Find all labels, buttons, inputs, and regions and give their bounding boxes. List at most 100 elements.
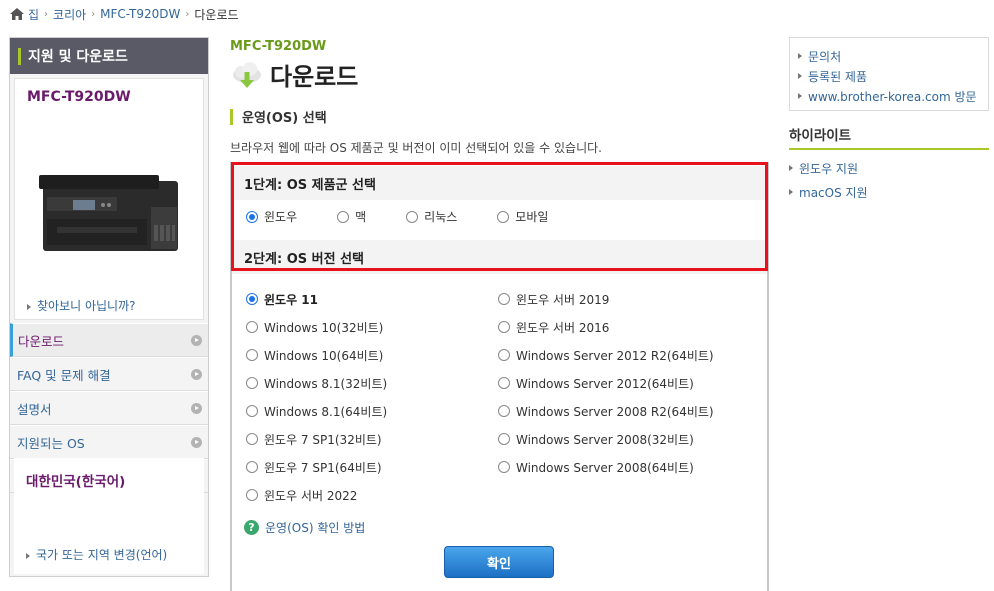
- os-version-option[interactable]: Windows 8.1(64비트): [246, 397, 387, 425]
- os-version-option[interactable]: Windows Server 2012(64비트): [498, 369, 714, 397]
- os-family-linux[interactable]: 리눅스: [406, 208, 457, 225]
- breadcrumb-separator: ›: [44, 8, 49, 20]
- registered-products-link[interactable]: 등록된 제품: [798, 66, 988, 86]
- highlights-list: 윈도우 지원 macOS 지원: [789, 156, 989, 204]
- model-label: MFC-T920DW: [230, 39, 327, 54]
- radio-button[interactable]: [498, 433, 510, 445]
- os-version-option[interactable]: Windows 10(32비트): [246, 313, 387, 341]
- section-heading: 운영(OS) 선택: [230, 107, 327, 126]
- os-version-option[interactable]: 윈도우 7 SP1(64비트): [246, 453, 387, 481]
- os-family-mobile[interactable]: 모바일: [497, 208, 548, 225]
- arrow-circle-icon: [191, 368, 202, 380]
- step1-heading: 1단계: OS 제품군 선택: [232, 166, 767, 200]
- os-version-option[interactable]: Windows Server 2012 R2(64비트): [498, 341, 714, 369]
- step2-heading: 2단계: OS 버전 선택: [232, 240, 767, 274]
- radio-label: 모바일: [515, 210, 549, 224]
- contact-link[interactable]: 문의처: [798, 46, 988, 66]
- os-version-option[interactable]: Windows 10(64비트): [246, 341, 387, 369]
- os-version-option[interactable]: Windows Server 2008(64비트): [498, 453, 714, 481]
- sidebar-header: 지원 및 다운로드: [10, 38, 208, 74]
- country-panel: 대한민국(한국어) 국가 또는 지역 변경(언어): [14, 458, 204, 574]
- os-version-option[interactable]: 윈도우 서버 2022: [246, 481, 387, 509]
- windows-support-link[interactable]: 윈도우 지원: [789, 156, 989, 180]
- cloud-download-icon: [233, 61, 261, 88]
- breadcrumb-separator: ›: [91, 8, 96, 20]
- radio-button[interactable]: [498, 293, 510, 305]
- radio-button[interactable]: [337, 210, 350, 223]
- support-links-box: 문의처 등록된 제품 www.brother-korea.com 방문: [789, 37, 989, 111]
- sidebar-item-faq[interactable]: FAQ 및 문제 해결: [10, 357, 208, 391]
- os-family-mac[interactable]: 맥: [337, 208, 366, 225]
- os-description: 브라우저 웹에 따라 OS 제품군 및 버전이 이미 선택되어 있을 수 있습니…: [230, 141, 602, 155]
- sidebar-item-label: FAQ 및 문제 해결: [17, 367, 111, 383]
- os-version-option[interactable]: 윈도우 11: [246, 285, 387, 313]
- radio-button[interactable]: [497, 210, 510, 223]
- radio-button[interactable]: [406, 210, 419, 223]
- radio-button[interactable]: [498, 349, 510, 361]
- sidebar-item-label: 다운로드: [18, 333, 65, 349]
- printer-image: [39, 175, 178, 251]
- radio-label: 맥: [355, 210, 367, 224]
- arrow-circle-icon: [191, 334, 202, 346]
- visit-site-link[interactable]: www.brother-korea.com 방문: [798, 86, 988, 106]
- breadcrumb-separator: ›: [185, 8, 190, 20]
- sidebar-item-label: 지원되는 OS: [17, 435, 85, 451]
- sidebar-item-label: 설명서: [17, 401, 52, 417]
- product-card: MFC-T920DW 찾아보니 아닙니까?: [14, 78, 204, 320]
- not-it-link[interactable]: 찾아보니 아닙니까?: [27, 297, 136, 314]
- left-sidebar: 지원 및 다운로드 MFC-T920DW 찾아보니 아닙니까? 다운로드 FAQ…: [9, 37, 209, 577]
- page-title-text: 다운로드: [270, 63, 359, 91]
- accent-bar: [18, 47, 21, 65]
- radio-button[interactable]: [246, 293, 258, 305]
- breadcrumb-model[interactable]: MFC-T920DW: [100, 7, 180, 21]
- accent-bar: [230, 108, 233, 125]
- radio-label: 리눅스: [424, 210, 458, 224]
- breadcrumb-home[interactable]: 집: [28, 6, 39, 23]
- highlights-heading: 하이라이트: [789, 124, 989, 150]
- os-version-option[interactable]: 윈도우 서버 2019: [498, 285, 714, 313]
- os-version-option[interactable]: 윈도우 7 SP1(32비트): [246, 425, 387, 453]
- macos-support-link[interactable]: macOS 지원: [789, 180, 989, 204]
- arrow-circle-icon: [191, 402, 202, 414]
- radio-button[interactable]: [246, 489, 258, 501]
- os-family-windows[interactable]: 윈도우: [246, 208, 297, 225]
- radio-button[interactable]: [498, 321, 510, 333]
- os-version-column-1: 윈도우 11 Windows 10(32비트) Windows 10(64비트)…: [246, 285, 387, 509]
- page-title: 다운로드: [230, 57, 358, 92]
- radio-button[interactable]: [246, 405, 258, 417]
- os-howto-link[interactable]: ? 운영(OS) 확인 방법: [244, 519, 365, 536]
- change-country-link[interactable]: 국가 또는 지역 변경(언어): [26, 546, 167, 563]
- os-version-option[interactable]: 윈도우 서버 2016: [498, 313, 714, 341]
- radio-button[interactable]: [498, 405, 510, 417]
- radio-button[interactable]: [246, 321, 258, 333]
- sidebar-header-title: 지원 및 다운로드: [28, 49, 128, 65]
- radio-button[interactable]: [498, 377, 510, 389]
- breadcrumb-country[interactable]: 코리아: [53, 6, 86, 23]
- home-icon: [10, 8, 24, 20]
- radio-button[interactable]: [246, 461, 258, 473]
- os-version-option[interactable]: Windows 8.1(32비트): [246, 369, 387, 397]
- os-version-option[interactable]: Windows Server 2008 R2(64비트): [498, 397, 714, 425]
- radio-label: 윈도우: [264, 210, 298, 224]
- os-version-column-2: 윈도우 서버 2019 윈도우 서버 2016 Windows Server 2…: [498, 285, 714, 481]
- radio-button[interactable]: [246, 210, 258, 223]
- os-version-option[interactable]: Windows Server 2008(32비트): [498, 425, 714, 453]
- os-family-options: 윈도우 맥 리눅스 모바일: [246, 208, 548, 225]
- section-heading-text: 운영(OS) 선택: [242, 111, 327, 126]
- question-icon: ?: [244, 520, 259, 535]
- country-name: 대한민국(한국어): [26, 474, 126, 490]
- radio-button[interactable]: [498, 461, 510, 473]
- radio-button[interactable]: [246, 433, 258, 445]
- breadcrumb: 집 › 코리아 › MFC-T920DW › 다운로드: [10, 5, 239, 23]
- sidebar-item-download[interactable]: 다운로드: [10, 323, 208, 357]
- os-selection-box: 1단계: OS 제품군 선택 윈도우 맥 리눅스 모바일 2단계: OS 버전 …: [230, 162, 769, 591]
- breadcrumb-current: 다운로드: [194, 7, 239, 22]
- sidebar-item-supported-os[interactable]: 지원되는 OS: [10, 425, 208, 459]
- product-name: MFC-T920DW: [27, 89, 131, 105]
- arrow-circle-icon: [191, 436, 202, 448]
- radio-button[interactable]: [246, 349, 258, 361]
- confirm-button[interactable]: 확인: [444, 546, 554, 578]
- radio-button[interactable]: [246, 377, 258, 389]
- sidebar-item-manuals[interactable]: 설명서: [10, 391, 208, 425]
- os-howto-label: 운영(OS) 확인 방법: [265, 521, 366, 535]
